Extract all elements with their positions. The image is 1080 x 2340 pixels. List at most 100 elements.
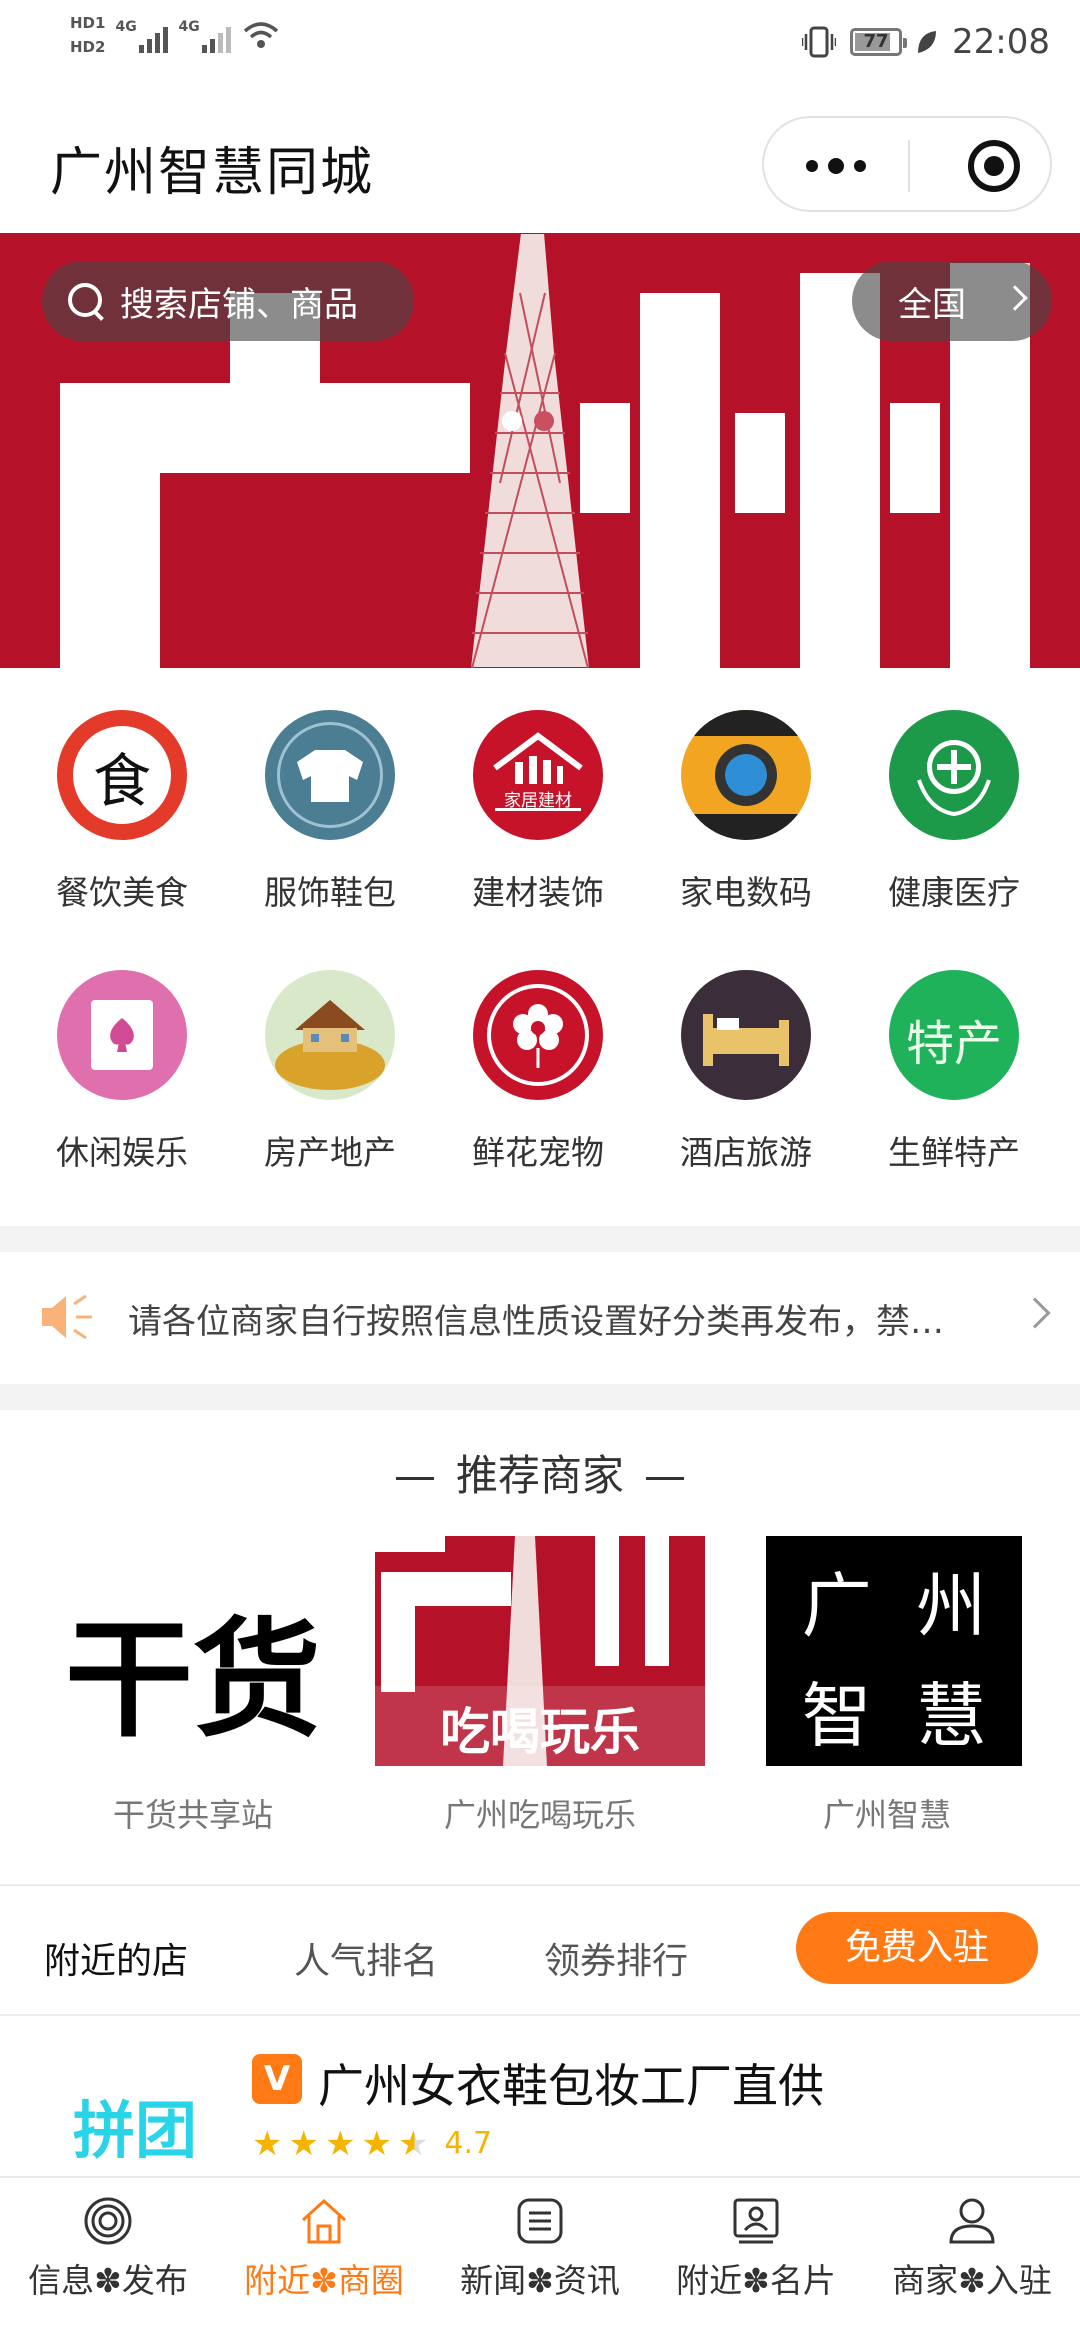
rating-stars: ★ ★ ★ ★ ★ 4.7 [252,2126,492,2161]
network-2-label: 4G [178,19,200,35]
banner-carousel[interactable]: 搜索店铺、商品 全国 [0,233,1080,668]
rating-value: 4.7 [444,2126,493,2161]
home-icon [301,2198,347,2244]
more-dot-icon [828,158,844,174]
page-title: 广州智慧同城 [50,143,375,203]
mini-program-titlebar: 广州智慧同城 [0,110,1080,220]
category-medical[interactable]: 健康医疗 [854,710,1054,914]
vibrate-icon [802,26,837,58]
shop-logo-text: 广 州 [801,1565,987,1647]
wifi-icon [244,22,279,48]
section-title: 推荐商家 [0,1442,1080,1503]
region-selector[interactable]: 全国 [852,261,1052,341]
category-label: 健康医疗 [888,873,1020,912]
nav-label: 新闻✽资讯 [460,2261,620,2300]
card-icon [733,2198,779,2244]
recommended-shop[interactable]: 干货 干货共享站 [28,1536,358,1836]
store-name: 广州女衣鞋包妆工厂直供 [318,2059,824,2113]
network-1-label: 4G [115,19,137,35]
star-icon: ★ [252,2123,283,2164]
category-specialty[interactable]: 特产 生鲜特产 [854,970,1054,1174]
specialty-icon: 特产 [889,970,1019,1100]
food-icon: 食 [57,710,187,840]
category-realestate[interactable]: 房产地产 [230,970,430,1174]
category-clothing[interactable]: 服饰鞋包 [230,710,430,914]
building-glyph: 家居建材 [504,791,572,811]
recommended-title: 推荐商家 [455,1451,624,1500]
category-label: 餐饮美食 [56,873,188,912]
user-icon [949,2198,995,2244]
divider [0,1884,1080,1886]
nav-label: 附近✽名片 [676,2261,836,2300]
nav-label: 附近✽商圈 [244,2261,404,2300]
status-bar: HD1 HD2 4G 4G 77 22:08 [0,0,1080,90]
medical-icon [889,710,1019,840]
category-label: 鲜花宠物 [472,1133,604,1172]
capsule-divider [908,140,910,192]
speaker-icon [42,1294,92,1340]
category-label: 服饰鞋包 [264,873,396,912]
chevron-right-icon [1019,1297,1051,1329]
nav-business-cards[interactable]: 附近✽名片 [648,2178,864,2340]
nav-news[interactable]: 新闻✽资讯 [432,2178,648,2340]
hd1-label: HD1 [70,14,106,32]
camera-icon [681,710,811,840]
clothing-icon [265,710,395,840]
free-join-button[interactable]: 免费入驻 [796,1912,1038,1984]
category-flowers[interactable]: 鲜花宠物 [438,970,638,1174]
tab-popularity[interactable]: 人气排名 [294,1932,438,1984]
notice-bar[interactable]: 请各位商家自行按照信息性质设置好分类再发布，禁… [0,1252,1080,1378]
entertainment-icon [57,970,187,1100]
category-food[interactable]: 食 餐饮美食 [22,710,222,914]
recommended-shop[interactable]: 广 州 智 慧 广州智慧 [722,1536,1052,1836]
food-glyph: 食 [92,747,151,815]
category-building[interactable]: 家居建材 建材装饰 [438,710,638,914]
search-bar[interactable]: 搜索店铺、商品 [42,261,414,341]
more-dot-icon [854,160,866,172]
more-dot-icon [806,160,818,172]
category-grid: 食 餐饮美食 服饰鞋包 家居建材 建材装饰 家电数码 健康医疗 休闲娱乐 房产地… [0,690,1080,1210]
nav-info-publish[interactable]: 信息✽发布 [0,2178,216,2340]
carousel-dots [502,411,554,431]
store-thumbnail: 拼团 [50,2070,220,2176]
nav-merchant-join[interactable]: 商家✽入驻 [864,2178,1080,2340]
battery-level: 77 [863,31,889,52]
star-icon: ★ [324,2123,356,2164]
category-label: 休闲娱乐 [56,1133,188,1172]
category-label: 生鲜特产 [888,1133,1020,1172]
star-icon: ★ [361,2123,392,2164]
nav-nearby-shops[interactable]: 附近✽商圈 [216,2178,432,2340]
category-entertainment[interactable]: 休闲娱乐 [22,970,222,1174]
shop-name: 广州吃喝玩乐 [443,1796,636,1834]
hd2-label: HD2 [70,38,106,56]
category-label: 家电数码 [680,873,812,912]
battery-icon: 77 [850,28,908,56]
category-label: 建材装饰 [472,873,604,912]
category-electronics[interactable]: 家电数码 [646,710,846,914]
more-button[interactable] [764,118,908,214]
close-miniprogram-button[interactable] [968,140,1020,192]
carousel-dot-active[interactable] [502,411,522,431]
tab-coupons[interactable]: 领券排行 [544,1932,688,1984]
bottom-navigation: 信息✽发布 附近✽商圈 新闻✽资讯 附近✽名片 商家✽入驻 [0,2176,1080,2340]
store-thumbnail-text: 拼团 [72,2094,197,2167]
building-materials-icon: 家居建材 [473,710,603,840]
category-label: 酒店旅游 [680,1133,812,1172]
shop-logo-text: 吃喝玩乐 [440,1703,640,1761]
category-hotel[interactable]: 酒店旅游 [646,970,846,1174]
store-list-item[interactable]: 拼团 V 广州女衣鞋包妆工厂直供 ★ ★ ★ ★ ★ 4.7 [0,2016,1080,2176]
search-placeholder: 搜索店铺、商品 [120,284,358,325]
recommended-shop[interactable]: 吃喝玩乐 广州吃喝玩乐 [375,1536,705,1836]
nav-label: 信息✽发布 [28,2261,188,2300]
search-icon [66,281,106,321]
leaf-icon [918,31,937,53]
carousel-dot[interactable] [534,411,554,431]
tab-nearby[interactable]: 附近的店 [44,1932,188,1984]
shop-logo-text: 干货 [64,1605,321,1755]
hd-indicators: HD1 HD2 [70,14,105,56]
notice-text: 请各位商家自行按照信息性质设置好分类再发布，禁… [128,1302,944,1342]
capsule-menu [762,116,1052,212]
hotel-icon [681,970,811,1100]
section-divider [0,1226,1080,1252]
signal-1-icon: 4G [115,17,169,53]
